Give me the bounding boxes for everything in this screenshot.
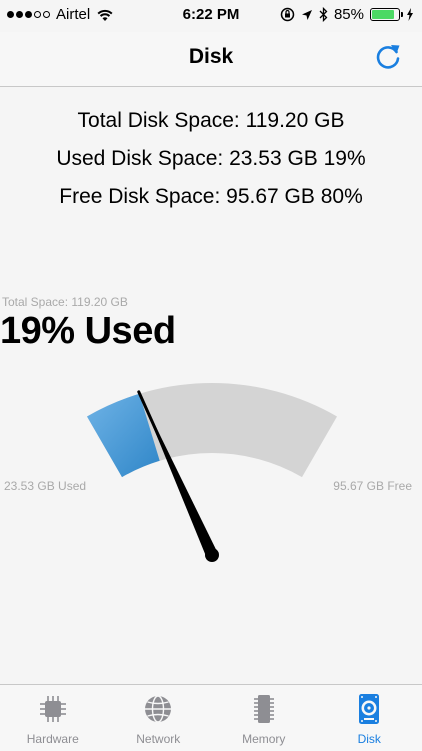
total-disk-space: Total Disk Space: 119.20 GB — [0, 104, 422, 142]
charging-bolt-icon — [406, 8, 414, 21]
gauge-used-label: 23.53 GB Used — [4, 479, 86, 493]
tab-memory[interactable]: Memory — [211, 685, 317, 751]
battery-icon — [370, 8, 400, 21]
free-disk-space: Free Disk Space: 95.67 GB 80% — [0, 180, 422, 218]
tab-disk-label: Disk — [358, 732, 381, 746]
globe-icon — [143, 693, 173, 725]
disk-usage-gauge — [0, 340, 422, 580]
gauge-total-label: Total Space: 119.20 GB — [2, 295, 128, 309]
status-bar: Airtel 6:22 PM 85% — [0, 0, 422, 32]
refresh-icon[interactable] — [372, 40, 404, 72]
tab-hardware[interactable]: Hardware — [0, 685, 106, 751]
memory-stick-icon — [249, 693, 279, 725]
page-title: Disk — [0, 45, 422, 69]
disk-summary: Total Disk Space: 119.20 GB Used Disk Sp… — [0, 104, 422, 218]
navigation-bar: Disk — [0, 32, 422, 87]
gauge-free-label: 95.67 GB Free — [333, 479, 412, 493]
tab-network[interactable]: Network — [106, 685, 212, 751]
orientation-lock-icon — [280, 7, 295, 22]
tab-disk[interactable]: Disk — [317, 685, 422, 751]
status-right: 85% — [280, 6, 414, 23]
cpu-chip-icon — [38, 693, 68, 725]
bluetooth-icon — [319, 7, 328, 22]
battery-percent: 85% — [334, 6, 364, 23]
tab-bar: Hardware Network Memory — [0, 684, 422, 751]
location-icon — [301, 9, 313, 21]
tab-memory-label: Memory — [242, 732, 285, 746]
tab-network-label: Network — [136, 732, 180, 746]
hard-disk-icon — [354, 693, 384, 725]
battery-level-fill — [372, 10, 394, 19]
used-disk-space: Used Disk Space: 23.53 GB 19% — [0, 142, 422, 180]
tab-hardware-label: Hardware — [27, 732, 79, 746]
